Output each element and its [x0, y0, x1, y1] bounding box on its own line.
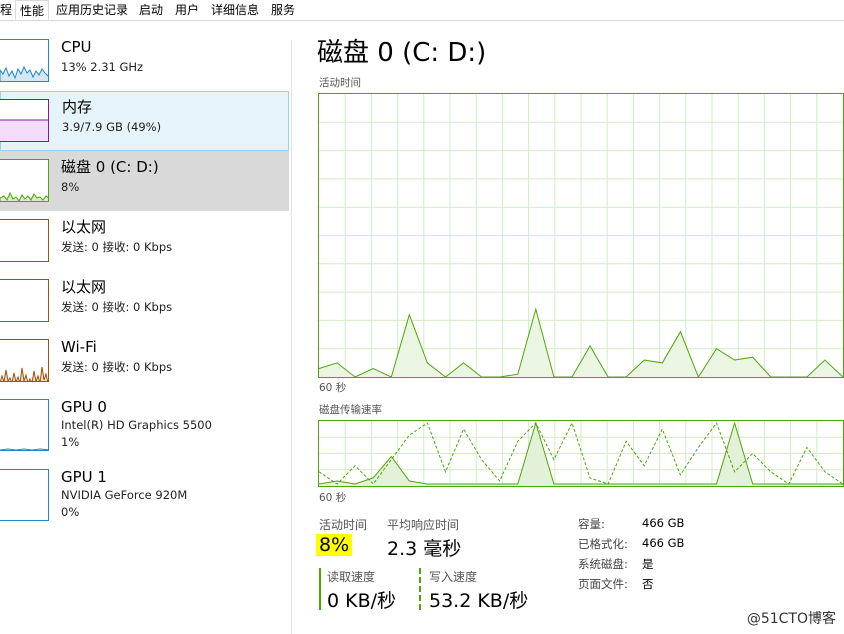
read-speed-indicator [319, 568, 321, 610]
sidebar-item-detail: NVIDIA GeForce 920M [61, 488, 188, 502]
tab-users[interactable]: 用户 [171, 0, 203, 20]
sidebar-item-detail: 发送: 0 接收: 0 Kbps [61, 240, 173, 254]
ethernet-thumbnail-graph [0, 279, 49, 322]
activity-chart-label: 活动时间 [319, 77, 361, 89]
sidebar-item-ethernet-1[interactable]: 以太网 发送: 0 接收: 0 Kbps [0, 211, 289, 271]
formatted-label: 已格式化: [578, 537, 628, 551]
activity-time-plot [318, 94, 844, 379]
sidebar-item-title: 以太网 [61, 218, 107, 236]
sidebar-item-title: Wi-Fi [61, 338, 97, 356]
write-speed-label: 写入速度 [429, 570, 478, 584]
tab-processes[interactable]: 程 [0, 0, 16, 20]
memory-thumbnail-graph [0, 99, 49, 142]
sidebar-item-usage: 0% [61, 505, 80, 519]
tab-services[interactable]: 服务 [267, 0, 299, 20]
gpu-thumbnail-graph [0, 469, 49, 521]
tab-performance[interactable]: 性能 [15, 0, 50, 20]
transfer-chart-timespan: 60 秒 [319, 492, 347, 504]
sidebar-item-gpu-1[interactable]: GPU 1 NVIDIA GeForce 920M 0% [0, 461, 289, 521]
sidebar-item-detail: 发送: 0 接收: 0 Kbps [61, 300, 173, 314]
wifi-thumbnail-graph [0, 339, 49, 382]
sidebar-item-detail: 3.9/7.9 GB (49%) [62, 120, 162, 134]
active-time-highlight: 8% [316, 534, 353, 556]
active-time-label: 活动时间 [319, 518, 368, 532]
sidebar-item-detail: 8% [61, 180, 80, 194]
sidebar-item-title: GPU 0 [61, 398, 107, 416]
sidebar-item-cpu[interactable]: CPU 13% 2.31 GHz [0, 31, 289, 91]
activity-chart-timespan: 60 秒 [319, 382, 347, 394]
transfer-rate-plot [318, 421, 844, 486]
sidebar-item-detail: 发送: 0 接收: 0 Kbps [61, 360, 173, 374]
sidebar-item-title: CPU [61, 38, 92, 56]
sidebar-item-ethernet-2[interactable]: 以太网 发送: 0 接收: 0 Kbps [0, 271, 289, 331]
sidebar-item-usage: 1% [61, 435, 80, 449]
sidebar-item-title: 以太网 [61, 278, 107, 296]
formatted-value: 466 GB [642, 536, 685, 550]
sidebar-item-detail: Intel(R) HD Graphics 5500 [61, 418, 212, 432]
resource-sidebar: CPU 13% 2.31 GHz 内存 3.9/7.9 GB (49%) 磁盘 … [0, 21, 291, 634]
disk-thumbnail-graph [0, 159, 49, 202]
write-speed-indicator [419, 568, 421, 610]
capacity-label: 容量: [578, 517, 605, 531]
system-disk-label: 系统磁盘: [578, 557, 628, 571]
read-speed-value: 0 KB/秒 [327, 590, 397, 612]
sidebar-item-title: 内存 [62, 98, 93, 116]
gpu-thumbnail-graph [0, 399, 49, 451]
page-file-label: 页面文件: [578, 577, 628, 591]
response-time-value: 2.3 毫秒 [387, 538, 462, 560]
capacity-value: 466 GB [642, 516, 685, 530]
tab-details[interactable]: 详细信息 [207, 0, 263, 20]
page-file-value: 否 [642, 577, 654, 591]
sidebar-item-disk-0[interactable]: 磁盘 0 (C: D:) 8% [0, 151, 289, 211]
system-disk-value: 是 [642, 557, 654, 571]
ethernet-thumbnail-graph [0, 219, 49, 262]
cpu-thumbnail-graph [0, 39, 49, 82]
sidebar-item-title: GPU 1 [61, 468, 107, 486]
pane-divider[interactable] [291, 40, 292, 634]
tab-bar: 程 性能 应用历史记录 启动 用户 详细信息 服务 [0, 0, 844, 21]
sidebar-item-gpu-0[interactable]: GPU 0 Intel(R) HD Graphics 5500 1% [0, 391, 289, 451]
read-speed-label: 读取速度 [327, 570, 376, 584]
tab-startup[interactable]: 启动 [135, 0, 167, 20]
activity-time-chart [318, 93, 844, 379]
page-title: 磁盘 0 (C: D:) [317, 38, 487, 68]
response-time-label: 平均响应时间 [387, 518, 460, 532]
sidebar-item-detail: 13% 2.31 GHz [61, 60, 144, 74]
transfer-rate-chart [318, 420, 844, 487]
sidebar-item-wifi[interactable]: Wi-Fi 发送: 0 接收: 0 Kbps [0, 331, 289, 391]
active-time-value: 8% [316, 534, 353, 556]
transfer-chart-label: 磁盘传输速率 [319, 404, 382, 416]
sidebar-item-title: 磁盘 0 (C: D:) [61, 158, 159, 176]
watermark: @51CTO博客 [746, 611, 836, 627]
write-speed-value: 53.2 KB/秒 [429, 590, 529, 612]
sidebar-item-memory[interactable]: 内存 3.9/7.9 GB (49%) [0, 91, 289, 151]
tab-app-history[interactable]: 应用历史记录 [52, 0, 132, 20]
